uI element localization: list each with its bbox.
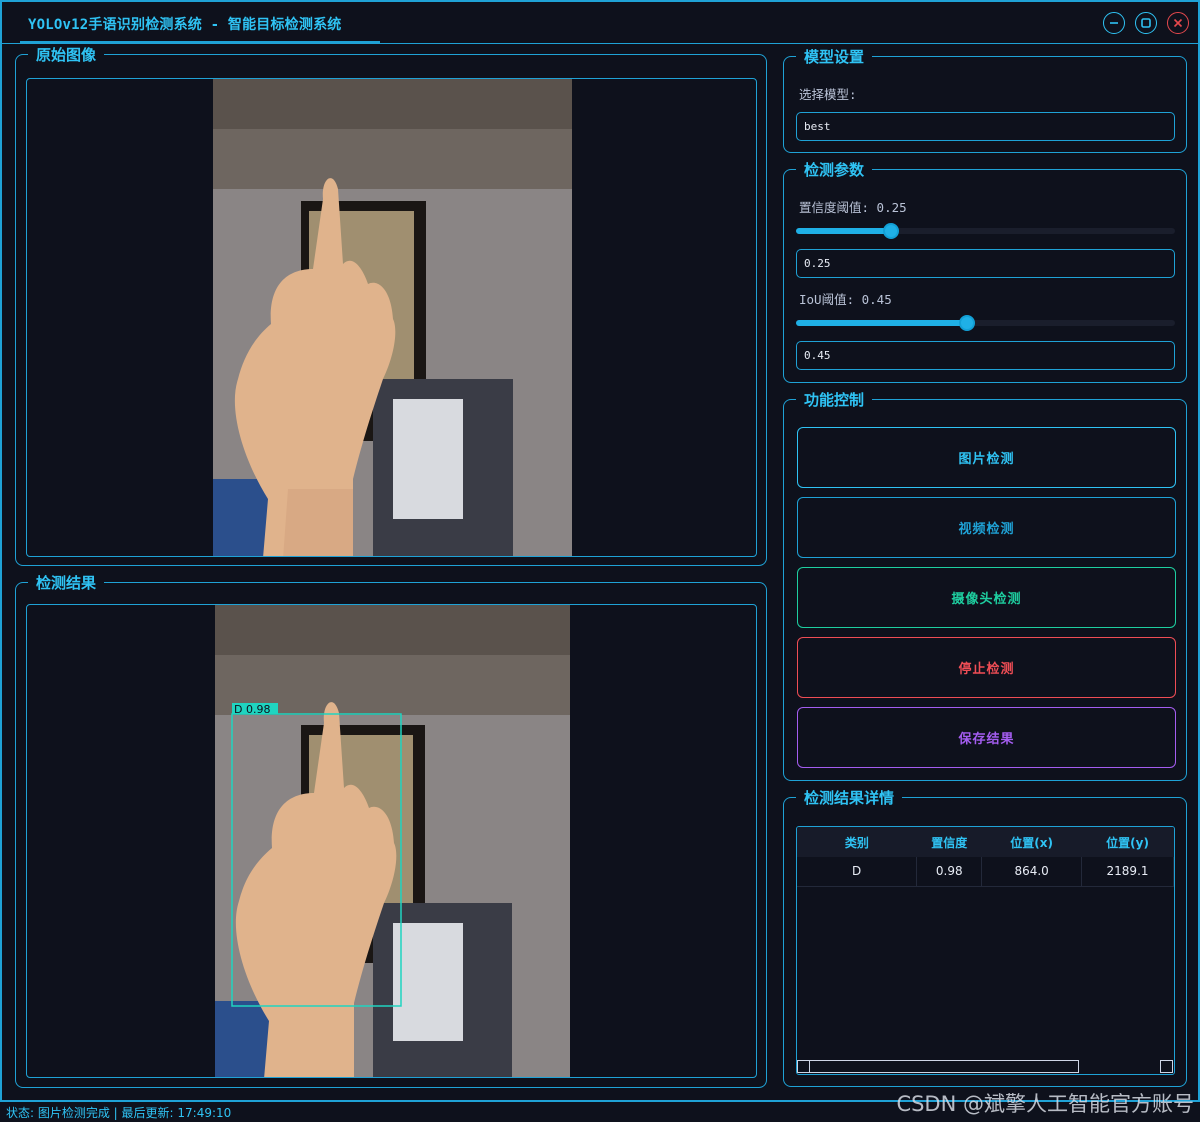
detection-details-panel: 检测结果详情 类别 置信度 位置(x) 位置(y) D 0.98 864.0 2… bbox=[783, 788, 1187, 1087]
conf-slider-handle[interactable] bbox=[883, 223, 899, 239]
table-row[interactable]: D 0.98 864.0 2189.1 bbox=[797, 857, 1174, 887]
iou-slider-handle[interactable] bbox=[959, 315, 975, 331]
header-position-x[interactable]: 位置(x) bbox=[981, 827, 1082, 857]
results-table: 类别 置信度 位置(x) 位置(y) D 0.98 864.0 2189.1 bbox=[797, 827, 1174, 887]
cell-position-x: 864.0 bbox=[981, 857, 1083, 887]
main-window: YOLOv12手语识别检测系统 - 智能目标检测系统 原始图像 检测结果 D 0… bbox=[0, 0, 1200, 1102]
model-settings-panel: 模型设置 选择模型: best bbox=[783, 47, 1187, 153]
window-title: YOLOv12手语识别检测系统 - 智能目标检测系统 bbox=[28, 17, 342, 33]
header-class[interactable]: 类别 bbox=[797, 827, 917, 857]
title-underline bbox=[20, 41, 380, 43]
iou-threshold-slider[interactable] bbox=[796, 315, 1175, 331]
maximize-button[interactable] bbox=[1135, 12, 1157, 34]
iou-slider-fill bbox=[796, 320, 967, 326]
minimize-icon bbox=[1110, 22, 1118, 24]
detection-label: D 0.98 bbox=[234, 703, 270, 716]
conf-slider-fill bbox=[796, 228, 891, 234]
result-image-frame: D 0.98 bbox=[26, 604, 757, 1078]
horizontal-scrollbar[interactable] bbox=[797, 1060, 1079, 1073]
scroll-left-arrow-icon[interactable] bbox=[798, 1061, 810, 1072]
title-bar[interactable]: YOLOv12手语识别检测系统 - 智能目标检测系统 bbox=[2, 2, 1198, 44]
detection-details-title: 检测结果详情 bbox=[796, 788, 903, 808]
original-image-title: 原始图像 bbox=[28, 45, 105, 65]
cell-confidence: 0.98 bbox=[916, 857, 983, 887]
function-control-title: 功能控制 bbox=[796, 390, 873, 410]
header-position-y[interactable]: 位置(y) bbox=[1081, 827, 1174, 857]
original-image bbox=[213, 79, 572, 556]
result-image: D 0.98 bbox=[215, 605, 570, 1077]
detect-params-title: 检测参数 bbox=[796, 160, 873, 180]
original-image-frame bbox=[26, 78, 757, 557]
conf-threshold-input[interactable]: 0.25 bbox=[796, 249, 1175, 278]
minimize-button[interactable] bbox=[1103, 12, 1125, 34]
close-icon bbox=[1173, 18, 1183, 28]
cell-class: D bbox=[797, 857, 918, 887]
maximize-icon bbox=[1141, 18, 1151, 28]
stop-detect-button[interactable]: 停止检测 bbox=[797, 637, 1176, 698]
results-table-container: 类别 置信度 位置(x) 位置(y) D 0.98 864.0 2189.1 bbox=[796, 826, 1175, 1075]
scroll-corner bbox=[1160, 1060, 1173, 1073]
model-settings-title: 模型设置 bbox=[796, 47, 873, 67]
results-table-header: 类别 置信度 位置(x) 位置(y) bbox=[797, 827, 1174, 857]
model-select[interactable]: best bbox=[796, 112, 1175, 141]
model-select-label: 选择模型: bbox=[799, 87, 857, 102]
image-detect-button[interactable]: 图片检测 bbox=[797, 427, 1176, 488]
iou-threshold-label: IoU阈值: 0.45 bbox=[799, 292, 892, 307]
function-control-panel: 功能控制 图片检测 视频检测 摄像头检测 停止检测 保存结果 bbox=[783, 390, 1187, 781]
header-confidence[interactable]: 置信度 bbox=[916, 827, 982, 857]
save-result-button[interactable]: 保存结果 bbox=[797, 707, 1176, 768]
status-bar: 状态: 图片检测完成 | 最后更新: 17:49:10 bbox=[6, 1106, 232, 1120]
original-image-panel: 原始图像 bbox=[15, 45, 767, 566]
conf-threshold-slider[interactable] bbox=[796, 223, 1175, 239]
iou-threshold-input[interactable]: 0.45 bbox=[796, 341, 1175, 370]
close-button[interactable] bbox=[1167, 12, 1189, 34]
conf-threshold-label: 置信度阈值: 0.25 bbox=[799, 200, 907, 215]
detection-result-panel: 检测结果 D 0.98 bbox=[15, 573, 767, 1088]
video-detect-button[interactable]: 视频检测 bbox=[797, 497, 1176, 558]
watermark-text: CSDN @斌擎人工智能官方账号 bbox=[896, 1092, 1194, 1116]
cell-position-y: 2189.1 bbox=[1081, 857, 1174, 887]
camera-detect-button[interactable]: 摄像头检测 bbox=[797, 567, 1176, 628]
detection-result-title: 检测结果 bbox=[28, 573, 105, 593]
detect-params-panel: 检测参数 置信度阈值: 0.25 0.25 IoU阈值: 0.45 0.45 bbox=[783, 160, 1187, 383]
